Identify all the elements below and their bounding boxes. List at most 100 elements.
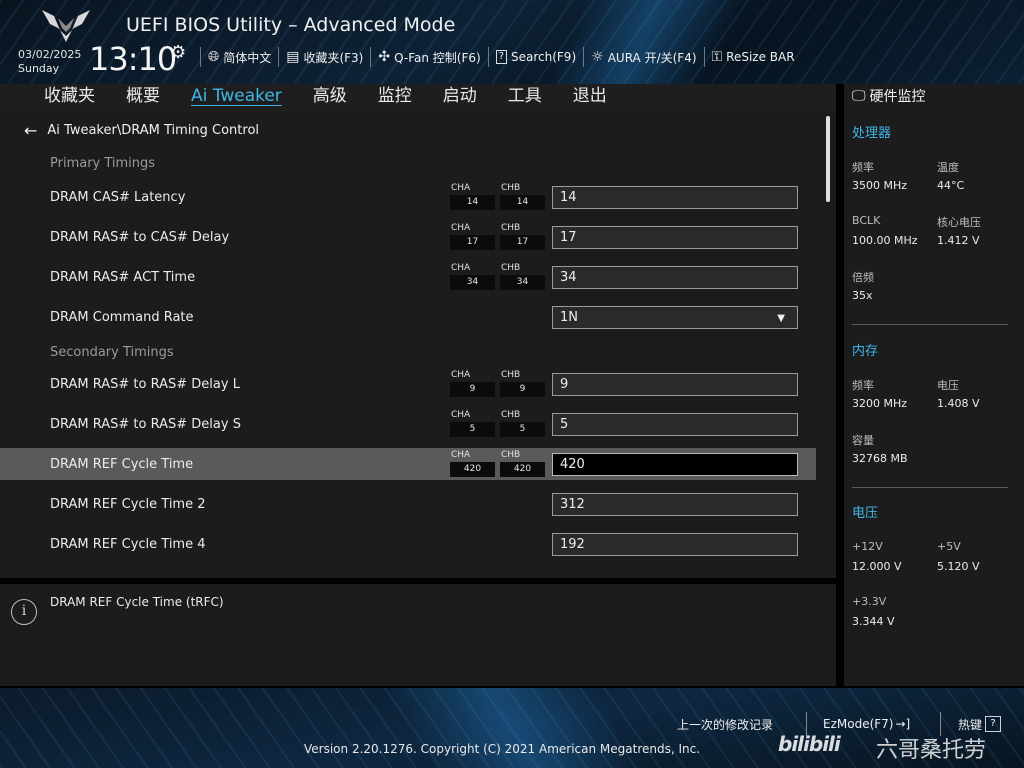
- setting-row[interactable]: DRAM RAS# ACT Time CHA 34 CHB 34 34: [0, 261, 816, 293]
- cpu-temp-label: 温度: [937, 161, 959, 174]
- top-toolbar: 🌐︎ 简体中文 ▤ 收藏夹(F3) ✣ Q-Fan 控制(F6) ? Searc…: [200, 46, 802, 68]
- channel-value: 5: [500, 422, 545, 437]
- field-value: 14: [560, 190, 577, 205]
- mem-volt-label: 电压: [937, 379, 959, 392]
- timing-value-input[interactable]: 9: [552, 373, 798, 396]
- ezmode-button[interactable]: EzMode(F7) →]: [823, 714, 910, 734]
- channel-chb-readout: CHB 420: [500, 450, 545, 478]
- timing-value-input[interactable]: 14: [552, 186, 798, 209]
- search-button[interactable]: ? Search(F9): [487, 47, 583, 67]
- timing-value-input[interactable]: 5: [552, 413, 798, 436]
- setting-label: DRAM RAS# to CAS# Delay: [50, 230, 230, 245]
- language-button[interactable]: 🌐︎ 简体中文: [200, 47, 278, 67]
- date-display: 03/02/2025 Sunday: [18, 48, 81, 76]
- hotkeys-button[interactable]: 热键 ?: [958, 714, 1002, 734]
- setting-label: DRAM REF Cycle Time: [50, 457, 194, 472]
- cpu-temp-value: 44°C: [937, 179, 965, 192]
- resize-bar-icon: ⚿: [711, 49, 723, 65]
- v5-value: 5.120 V: [937, 560, 980, 573]
- v33-value: 3.344 V: [852, 615, 895, 628]
- channel-chb-readout: CHB 34: [500, 263, 545, 291]
- timing-value-input[interactable]: 420: [552, 453, 798, 476]
- vcore-value: 1.412 V: [937, 234, 980, 247]
- setting-label: DRAM RAS# to RAS# Delay L: [50, 377, 240, 392]
- scrollbar[interactable]: [826, 116, 830, 202]
- channel-cha-readout: CHA 14: [450, 183, 495, 211]
- back-arrow-icon[interactable]: ←: [24, 121, 37, 140]
- field-value: 1N: [560, 310, 578, 325]
- channel-cha-readout: CHA 5: [450, 410, 495, 438]
- breadcrumb-text: Ai Tweaker\DRAM Timing Control: [47, 123, 260, 138]
- channel-chb-readout: CHB 17: [500, 223, 545, 251]
- channel-chb-readout: CHB 9: [500, 370, 545, 398]
- setting-row[interactable]: DRAM REF Cycle Time CHA 420 CHB 420 420: [0, 448, 816, 480]
- channel-value: 17: [500, 235, 545, 250]
- v5-label: +5V: [937, 540, 961, 553]
- tab-tool[interactable]: 工具: [508, 84, 542, 112]
- day-text: Sunday: [18, 62, 60, 75]
- hardware-monitor-title: 🖵︎ 硬件监控: [852, 88, 926, 105]
- channel-label: CHB: [501, 223, 521, 233]
- channel-value: 34: [450, 275, 495, 290]
- setting-row[interactable]: DRAM CAS# Latency CHA 14 CHB 14 14: [0, 181, 816, 213]
- channel-cha-readout: CHA 9: [450, 370, 495, 398]
- info-icon: i: [11, 599, 37, 625]
- bclk-value: 100.00 MHz: [852, 234, 918, 247]
- ratio-value: 35x: [852, 289, 873, 302]
- channel-chb-readout: CHB 5: [500, 410, 545, 438]
- gear-icon[interactable]: ⚙: [170, 42, 186, 63]
- tab-main[interactable]: 概要: [126, 84, 160, 112]
- mem-capacity-value: 32768 MB: [852, 452, 908, 465]
- setting-label: DRAM REF Cycle Time 4: [50, 537, 206, 552]
- v12-value: 12.000 V: [852, 560, 902, 573]
- fan-icon: ✣: [378, 49, 391, 65]
- channel-label: CHA: [451, 410, 471, 420]
- setting-row[interactable]: DRAM REF Cycle Time 2 312: [0, 488, 816, 520]
- tab-ai-tweaker[interactable]: Ai Tweaker: [191, 84, 282, 112]
- channel-value: 14: [450, 195, 495, 210]
- search-help-icon: ?: [495, 50, 507, 64]
- timing-value-input[interactable]: 34: [552, 266, 798, 289]
- channel-label: CHB: [501, 263, 521, 273]
- setting-label: DRAM CAS# Latency: [50, 190, 186, 205]
- field-value: 5: [560, 417, 569, 432]
- field-value: 9: [560, 377, 569, 392]
- field-value: 312: [560, 497, 585, 512]
- setting-label: DRAM REF Cycle Time 2: [50, 497, 206, 512]
- breadcrumb: ← Ai Tweaker\DRAM Timing Control: [24, 121, 259, 140]
- setting-row[interactable]: DRAM Command Rate 1N ▼: [0, 301, 816, 333]
- tab-favorites[interactable]: 收藏夹: [44, 84, 95, 112]
- setting-row[interactable]: DRAM RAS# to RAS# Delay L CHA 9 CHB 9 9: [0, 368, 816, 400]
- cpu-freq-value: 3500 MHz: [852, 179, 908, 192]
- resize-bar-button[interactable]: ⚿ ReSize BAR: [703, 47, 802, 67]
- bilibili-watermark-logo: bilibili: [778, 732, 841, 756]
- timing-value-input[interactable]: 17: [552, 226, 798, 249]
- channel-label: CHA: [451, 183, 471, 193]
- qfan-button[interactable]: ✣ Q-Fan 控制(F6): [370, 47, 487, 67]
- setting-row[interactable]: DRAM RAS# to RAS# Delay S CHA 5 CHB 5 5: [0, 408, 816, 440]
- section-title: Primary Timings: [50, 156, 156, 171]
- channel-label: CHB: [501, 410, 521, 420]
- field-value: 17: [560, 230, 577, 245]
- timing-value-input[interactable]: 192: [552, 533, 798, 556]
- memory-section-title: 内存: [852, 344, 879, 359]
- tab-exit[interactable]: 退出: [573, 84, 607, 112]
- aura-button[interactable]: ☼ AURA 开/关(F4): [583, 47, 703, 67]
- divider: [852, 324, 1008, 325]
- cpu-freq-label: 频率: [852, 161, 874, 174]
- last-changes-button[interactable]: 上一次的修改记录: [677, 714, 773, 734]
- tab-boot[interactable]: 启动: [443, 84, 477, 112]
- help-key-icon: ?: [985, 716, 1002, 732]
- exit-arrow-icon: →]: [895, 717, 911, 731]
- favorites-button[interactable]: ▤ 收藏夹(F3): [278, 47, 370, 67]
- field-value: 34: [560, 270, 577, 285]
- tab-advanced[interactable]: 高级: [313, 84, 347, 112]
- section-title: Secondary Timings: [50, 345, 174, 360]
- setting-row[interactable]: DRAM REF Cycle Time 4 192: [0, 528, 816, 560]
- command-rate-dropdown[interactable]: 1N ▼: [552, 306, 798, 329]
- tab-monitor[interactable]: 监控: [378, 84, 412, 112]
- channel-cha-readout: CHA 17: [450, 223, 495, 251]
- timing-value-input[interactable]: 312: [552, 493, 798, 516]
- setting-row[interactable]: DRAM RAS# to CAS# Delay CHA 17 CHB 17 17: [0, 221, 816, 253]
- channel-value: 5: [450, 422, 495, 437]
